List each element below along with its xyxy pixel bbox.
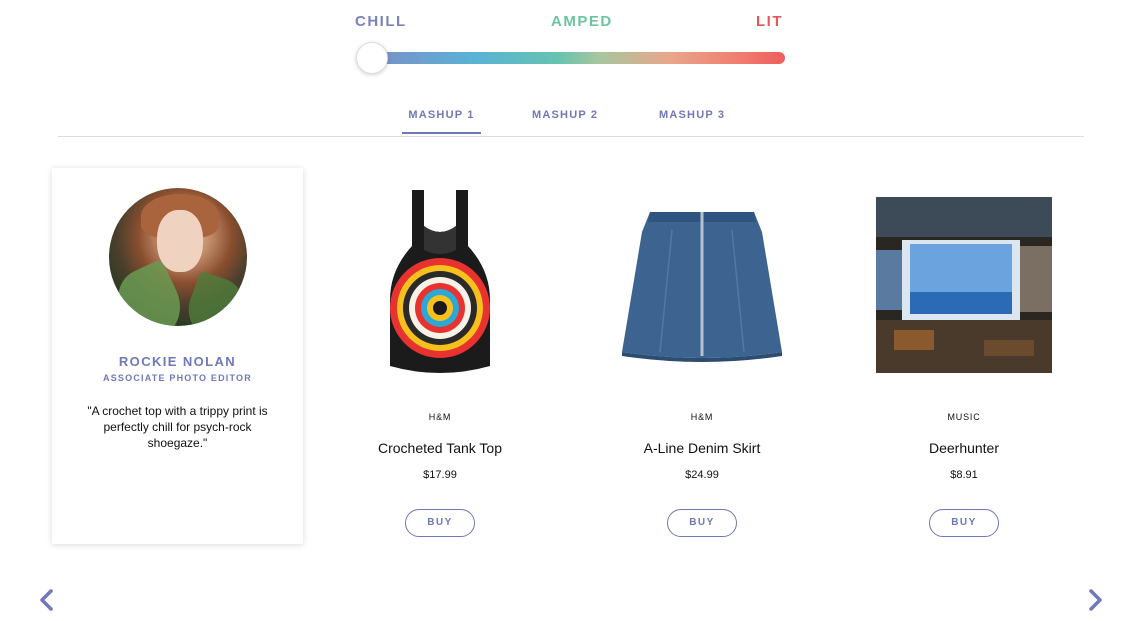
product-card: H&M A-Line Denim Skirt $24.99 BUY xyxy=(582,180,822,550)
mood-slider-section: CHILL AMPED LIT xyxy=(0,0,1141,100)
chevron-right-icon[interactable] xyxy=(1084,588,1106,612)
product-name[interactable]: A-Line Denim Skirt xyxy=(582,440,822,456)
buy-button[interactable]: BUY xyxy=(929,509,999,537)
product-card: MUSIC Deerhunter $8.91 BUY xyxy=(844,180,1084,550)
product-brand: H&M xyxy=(690,412,714,422)
product-price: $17.99 xyxy=(423,469,457,481)
mood-slider-handle[interactable] xyxy=(356,42,388,74)
editor-name: ROCKIE NOLAN xyxy=(118,354,237,369)
chevron-left-icon[interactable] xyxy=(36,588,58,612)
editor-quote: "A crochet top with a trippy print is pe… xyxy=(87,404,268,450)
product-card: H&M Crocheted Tank Top $17.99 BUY xyxy=(320,180,560,550)
product-price: $24.99 xyxy=(685,469,719,481)
album-cover-image[interactable] xyxy=(874,180,1054,380)
editor-role: ASSOCIATE PHOTO EDITOR xyxy=(103,373,252,383)
product-price: $8.91 xyxy=(950,469,978,481)
mood-label-lit: LIT xyxy=(756,13,783,30)
tab-mashup-3[interactable]: MASHUP 3 xyxy=(659,109,725,132)
mood-slider-track[interactable] xyxy=(372,52,785,64)
denim-skirt-image[interactable] xyxy=(612,180,792,380)
product-name[interactable]: Crocheted Tank Top xyxy=(320,440,560,456)
mashup-tabs: MASHUP 1 MASHUP 2 MASHUP 3 xyxy=(58,100,1084,137)
product-brand: MUSIC xyxy=(947,412,981,422)
product-brand: H&M xyxy=(428,412,452,422)
tab-mashup-2[interactable]: MASHUP 2 xyxy=(532,109,598,132)
editor-card: ROCKIE NOLAN ASSOCIATE PHOTO EDITOR "A c… xyxy=(52,168,303,544)
mood-label-chill: CHILL xyxy=(355,13,407,30)
tab-mashup-1[interactable]: MASHUP 1 xyxy=(402,109,481,134)
product-name[interactable]: Deerhunter xyxy=(844,440,1084,456)
avatar xyxy=(109,188,247,326)
mood-label-amped: AMPED xyxy=(551,13,613,30)
buy-button[interactable]: BUY xyxy=(667,509,737,537)
buy-button[interactable]: BUY xyxy=(405,509,475,537)
crochet-tank-top-image[interactable] xyxy=(350,180,530,380)
